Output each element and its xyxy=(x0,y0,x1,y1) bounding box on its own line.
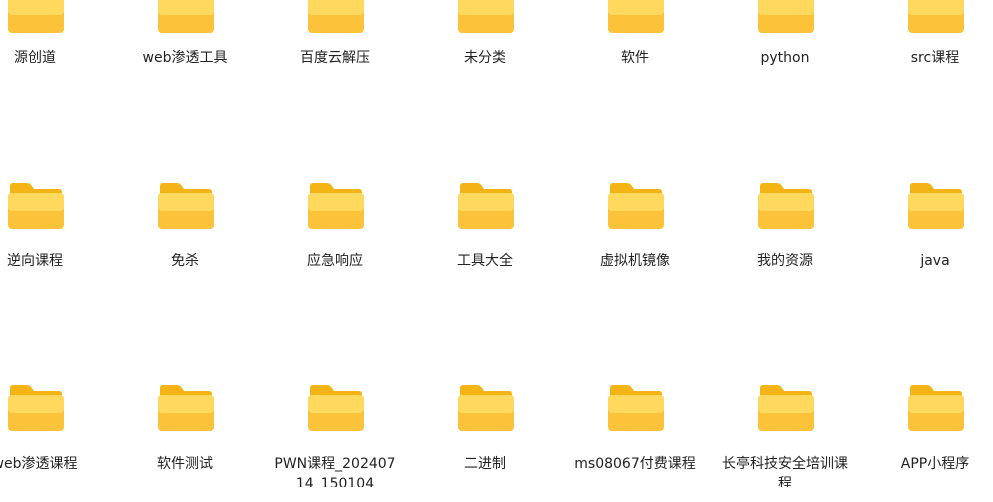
folder-label: 未分类 xyxy=(464,50,506,66)
folder-label: web渗透工具 xyxy=(142,50,228,66)
folder-icon xyxy=(758,183,814,229)
folder-label: 我的资源 xyxy=(757,253,813,269)
folder-grid: 源创道 web渗透工具 百度云解压 未分类 软件 python src课程 逆向… xyxy=(0,0,993,487)
folder-label: python xyxy=(760,50,810,66)
folder-icon xyxy=(608,385,664,431)
folder-icon xyxy=(758,385,814,431)
folder-item[interactable]: 长亭科技安全培训课程 xyxy=(720,372,850,502)
folder-icon xyxy=(458,0,514,33)
folder-label: 虚拟机镜像 xyxy=(600,253,670,269)
folder-item[interactable]: web渗透工具 xyxy=(120,0,250,100)
folder-label: 百度云解压 xyxy=(300,50,370,66)
folder-icon xyxy=(908,183,964,229)
folder-icon xyxy=(758,0,814,33)
folder-item[interactable]: 虚拟机镜像 xyxy=(570,170,700,300)
folder-label: web渗透课程 xyxy=(0,456,78,472)
folder-icon xyxy=(308,0,364,33)
folder-label: src课程 xyxy=(910,50,960,66)
folder-item[interactable]: 软件测试 xyxy=(120,372,250,502)
folder-label: 软件 xyxy=(621,50,649,66)
folder-label: 源创道 xyxy=(14,50,56,66)
folder-item[interactable]: 未分类 xyxy=(420,0,550,100)
folder-icon xyxy=(608,183,664,229)
folder-item[interactable]: ms08067付费课程 xyxy=(570,372,700,502)
folder-label: 工具大全 xyxy=(457,253,513,269)
folder-item[interactable]: web渗透课程 xyxy=(0,372,100,502)
folder-icon xyxy=(158,385,214,431)
folder-item[interactable]: PWN课程_20240714_150104 xyxy=(270,372,400,502)
folder-item[interactable]: 应急响应 xyxy=(270,170,400,300)
folder-item[interactable]: 我的资源 xyxy=(720,170,850,300)
folder-item[interactable]: python xyxy=(720,0,850,100)
folder-item[interactable]: APP小程序 xyxy=(870,372,993,502)
folder-icon xyxy=(308,385,364,431)
folder-item[interactable]: 二进制 xyxy=(420,372,550,502)
folder-icon xyxy=(458,183,514,229)
folder-label: 长亭科技安全培训课程 xyxy=(722,456,848,487)
folder-item[interactable]: 源创道 xyxy=(0,0,100,100)
folder-label: APP小程序 xyxy=(900,456,970,472)
folder-icon xyxy=(8,183,64,229)
folder-label: 免杀 xyxy=(171,253,199,269)
folder-icon xyxy=(8,385,64,431)
folder-item[interactable]: 软件 xyxy=(570,0,700,100)
folder-icon xyxy=(908,0,964,33)
folder-label: PWN课程_20240714_150104 xyxy=(274,456,396,487)
folder-icon xyxy=(458,385,514,431)
folder-label: ms08067付费课程 xyxy=(574,456,696,472)
folder-label: 应急响应 xyxy=(307,253,363,269)
folder-item[interactable]: 百度云解压 xyxy=(270,0,400,100)
folder-icon xyxy=(8,0,64,33)
folder-icon xyxy=(158,0,214,33)
folder-item[interactable]: 免杀 xyxy=(120,170,250,300)
folder-icon xyxy=(608,0,664,33)
folder-label: 二进制 xyxy=(464,456,506,472)
folder-icon xyxy=(908,385,964,431)
folder-label: 软件测试 xyxy=(157,456,213,472)
folder-item[interactable]: src课程 xyxy=(870,0,993,100)
folder-icon xyxy=(308,183,364,229)
folder-item[interactable]: 工具大全 xyxy=(420,170,550,300)
folder-item[interactable]: 逆向课程 xyxy=(0,170,100,300)
folder-label: java xyxy=(920,253,950,269)
folder-label: 逆向课程 xyxy=(7,253,63,269)
folder-icon xyxy=(158,183,214,229)
folder-item[interactable]: java xyxy=(870,170,993,300)
